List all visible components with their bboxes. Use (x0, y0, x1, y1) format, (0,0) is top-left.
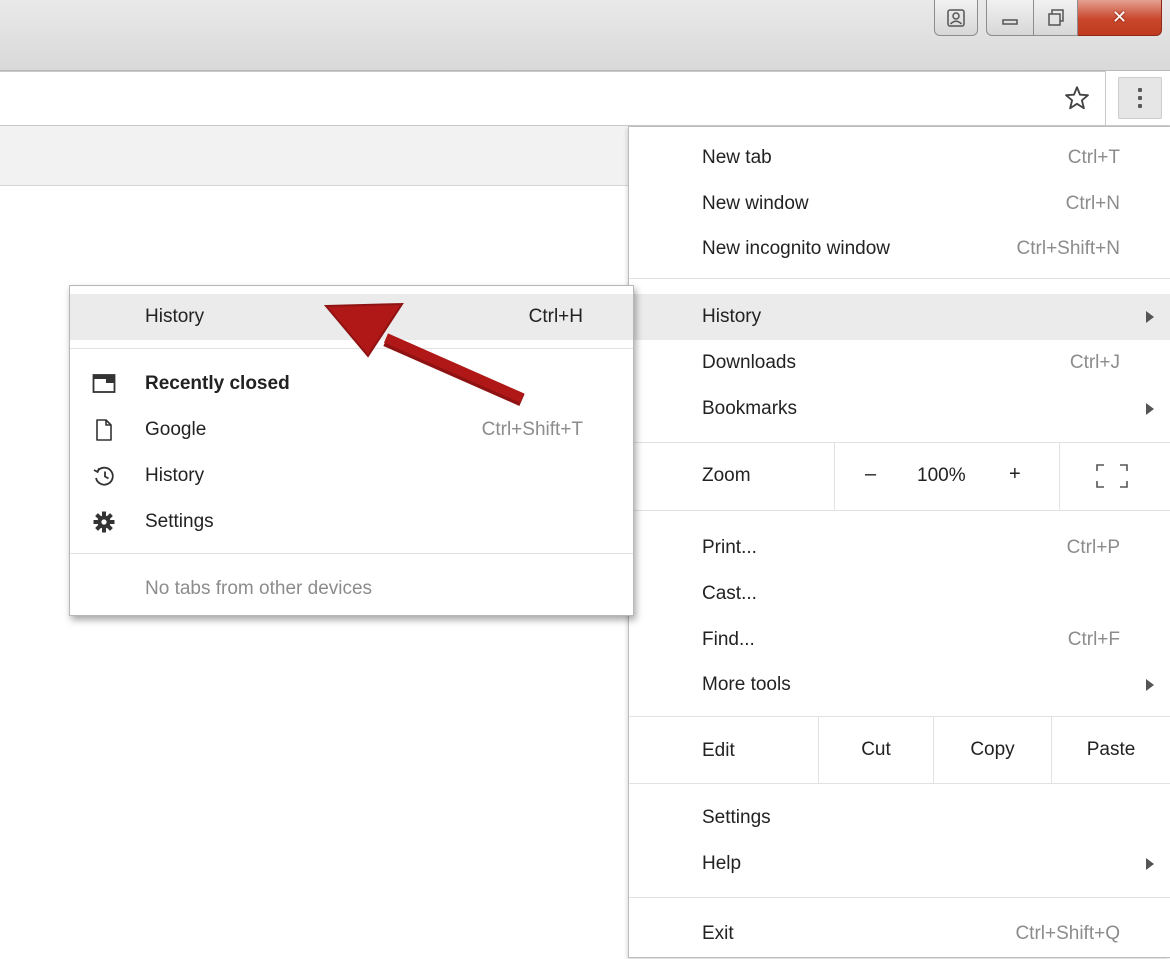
close-button[interactable]: ✕ (1078, 0, 1162, 36)
chrome-menu-button[interactable] (1118, 77, 1162, 119)
vertical-dots-icon-dot (1138, 96, 1142, 100)
window-controls: ✕ (934, 0, 1162, 36)
menu-divider-vertical (1059, 443, 1060, 510)
menu-item-find[interactable]: Find... Ctrl+F (629, 617, 1170, 663)
menu-item-label: Print... (702, 537, 757, 558)
restore-icon (1047, 8, 1064, 26)
submenu-item-label: History (145, 465, 205, 486)
submenu-arrow-icon (1146, 858, 1154, 870)
menu-item-label: New incognito window (702, 238, 890, 259)
menu-item-history[interactable]: History (629, 294, 1170, 340)
menu-row-edit: Edit Cut Copy Paste (629, 717, 1170, 783)
menu-item-shortcut: Ctrl+P (1066, 537, 1120, 558)
minimize-button[interactable] (986, 0, 1034, 36)
zoom-out-button[interactable]: – (865, 463, 876, 486)
submenu-item-shortcut: Ctrl+Shift+T (481, 419, 583, 440)
fullscreen-icon[interactable] (1095, 463, 1129, 489)
menu-divider (70, 553, 633, 554)
paste-label: Paste (1086, 739, 1136, 760)
menu-item-shortcut: Ctrl+T (1067, 147, 1120, 168)
submenu-item-settings[interactable]: Settings (70, 499, 633, 545)
submenu-item-google[interactable]: Google Ctrl+Shift+T (70, 407, 633, 453)
copy-label: Copy (970, 739, 1015, 760)
menu-item-settings[interactable]: Settings (629, 795, 1170, 841)
submenu-item-label: Google (145, 419, 207, 440)
profile-button[interactable] (934, 0, 978, 36)
menu-item-label: New window (702, 193, 809, 214)
minimize-icon (1002, 18, 1018, 25)
submenu-item-label: Recently closed (145, 373, 290, 394)
menu-divider (629, 783, 1170, 784)
menu-item-shortcut: Ctrl+F (1067, 629, 1120, 650)
submenu-item-history[interactable]: History Ctrl+H (70, 294, 633, 340)
zoom-level: 100% (917, 465, 966, 486)
submenu-arrow-icon (1146, 311, 1154, 323)
menu-divider (629, 510, 1170, 511)
menu-item-label: Bookmarks (702, 398, 798, 419)
submenu-item-shortcut: Ctrl+H (528, 306, 583, 327)
submenu-item-recently-closed: Recently closed (70, 361, 633, 407)
submenu-item-label: No tabs from other devices (145, 578, 373, 599)
submenu-arrow-icon (1146, 403, 1154, 415)
submenu-item-no-tabs: No tabs from other devices (70, 566, 633, 612)
cut-button[interactable]: Cut (819, 717, 933, 783)
restore-button[interactable] (1034, 0, 1078, 36)
user-icon (947, 8, 965, 27)
vertical-dots-icon (1138, 88, 1142, 92)
history-clock-icon (93, 466, 114, 486)
menu-item-label: Downloads (702, 352, 796, 373)
menu-item-label: Find... (702, 629, 755, 650)
menu-item-label: New tab (702, 147, 772, 168)
copy-button[interactable]: Copy (934, 717, 1051, 783)
menu-item-label: History (702, 306, 762, 327)
menu-item-bookmarks[interactable]: Bookmarks (629, 386, 1170, 432)
menu-item-label: Cast... (702, 583, 757, 604)
address-bar[interactable] (0, 71, 1106, 126)
window-icon (92, 374, 116, 393)
close-icon: ✕ (1111, 7, 1128, 28)
vertical-dots-icon-dot (1138, 104, 1142, 108)
submenu-item-label: Settings (145, 511, 214, 532)
window-titlebar: ✕ (0, 0, 1170, 70)
paste-button[interactable]: Paste (1052, 717, 1170, 783)
page-icon (96, 419, 112, 441)
cut-label: Cut (861, 739, 891, 760)
menu-item-print[interactable]: Print... Ctrl+P (629, 525, 1170, 571)
menu-item-new-incognito-window[interactable]: New incognito window Ctrl+Shift+N (629, 226, 1170, 272)
star-icon[interactable] (1063, 84, 1091, 112)
menu-item-shortcut: Ctrl+J (1069, 352, 1120, 373)
menu-item-label: Exit (702, 923, 734, 944)
submenu-item-history-page[interactable]: History (70, 453, 633, 499)
bookmarks-bar (0, 126, 630, 186)
menu-item-shortcut: Ctrl+Shift+N (1016, 238, 1120, 259)
menu-item-downloads[interactable]: Downloads Ctrl+J (629, 340, 1170, 386)
menu-item-shortcut: Ctrl+N (1065, 193, 1120, 214)
edit-label: Edit (702, 740, 735, 761)
menu-divider (70, 348, 633, 349)
zoom-in-button[interactable]: + (1009, 463, 1021, 486)
history-submenu: History Ctrl+H Recently closed Google Ct… (69, 285, 634, 616)
menu-item-more-tools[interactable]: More tools (629, 662, 1170, 708)
zoom-label: Zoom (702, 465, 751, 486)
menu-item-exit[interactable]: Exit Ctrl+Shift+Q (629, 911, 1170, 957)
menu-item-new-tab[interactable]: New tab Ctrl+T (629, 135, 1170, 181)
chrome-main-menu: New tab Ctrl+T New window Ctrl+N New inc… (628, 126, 1170, 958)
submenu-item-label: History (145, 306, 205, 327)
menu-item-label: Settings (702, 807, 771, 828)
menu-divider (629, 897, 1170, 898)
menu-item-new-window[interactable]: New window Ctrl+N (629, 181, 1170, 227)
menu-item-label: Help (702, 853, 742, 874)
menu-item-cast[interactable]: Cast... (629, 571, 1170, 617)
menu-row-zoom: Zoom – 100% + (629, 443, 1170, 510)
menu-divider-vertical (834, 443, 835, 510)
menu-item-label: More tools (702, 674, 791, 695)
browser-toolbar (0, 70, 1170, 126)
gear-icon (93, 511, 115, 533)
submenu-arrow-icon (1146, 679, 1154, 691)
menu-item-help[interactable]: Help (629, 841, 1170, 887)
menu-item-shortcut: Ctrl+Shift+Q (1015, 923, 1120, 944)
menu-divider (629, 278, 1170, 279)
